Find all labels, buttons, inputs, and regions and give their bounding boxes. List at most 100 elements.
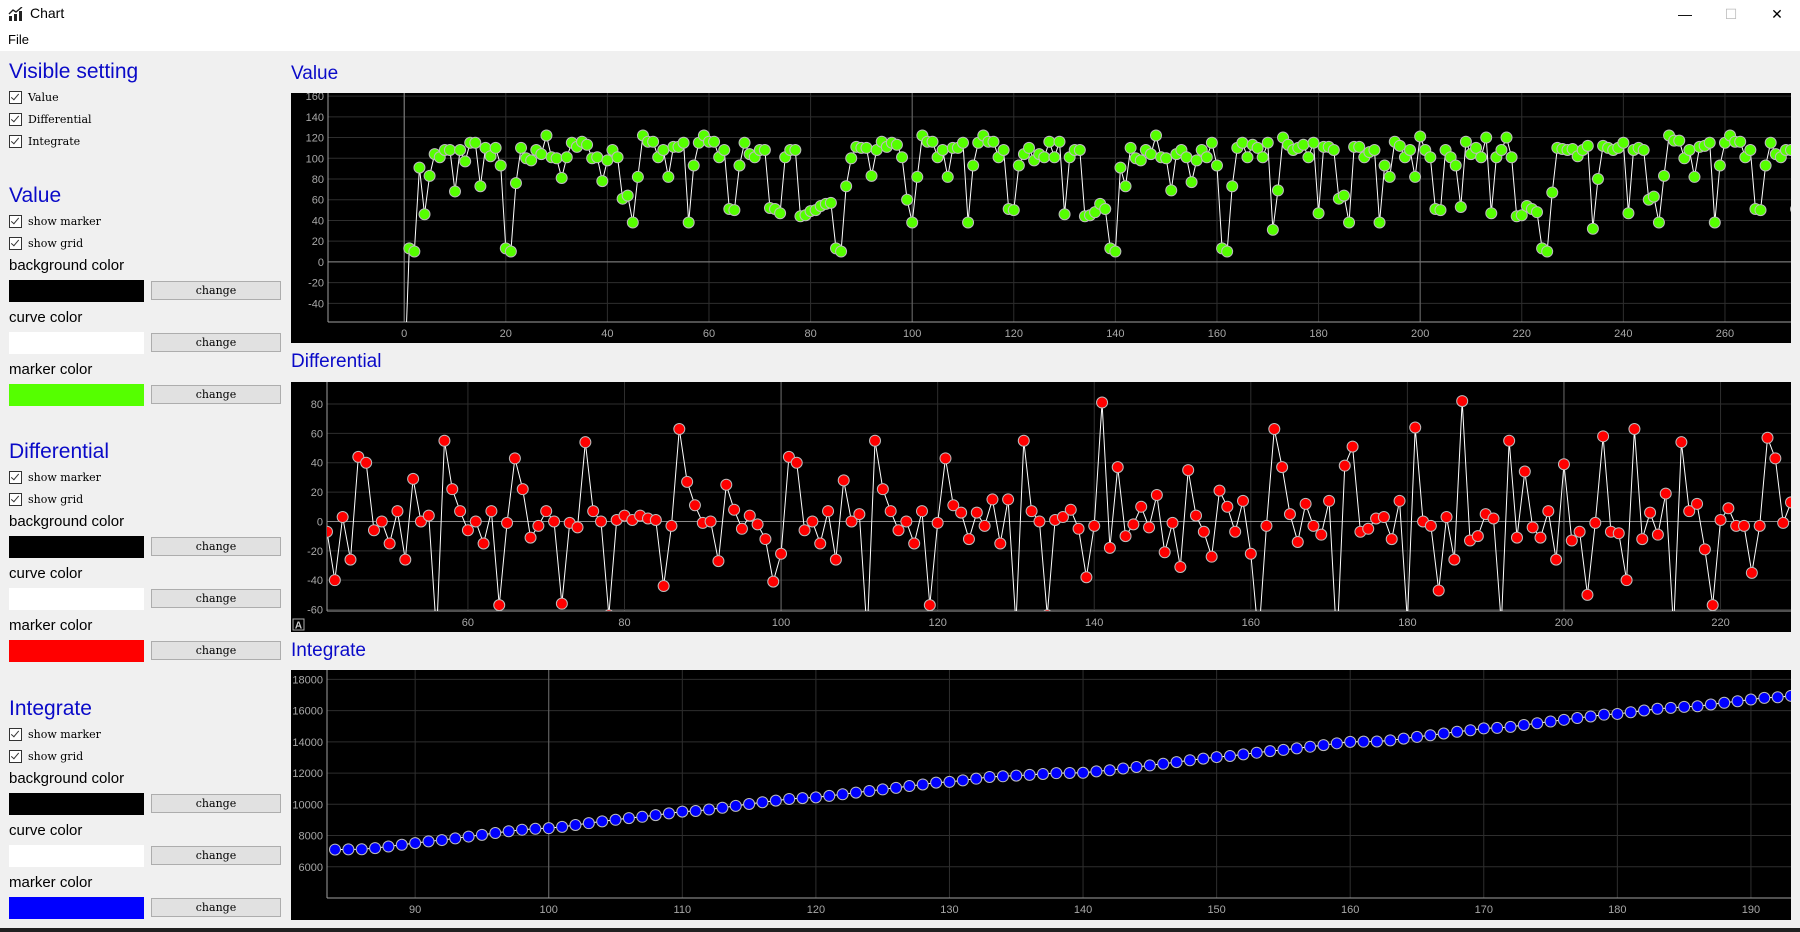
- visible-setting-heading: Visible setting: [9, 60, 139, 83]
- data-point: [1731, 695, 1744, 708]
- data-point: [1637, 143, 1650, 156]
- data-point: [789, 143, 802, 156]
- data-point: [555, 597, 568, 610]
- data-point: [681, 475, 694, 488]
- maximize-button[interactable]: ☐: [1708, 0, 1754, 28]
- y-tick-label: 120: [306, 133, 324, 145]
- x-tick-label: 120: [1005, 328, 1023, 340]
- data-point: [446, 483, 459, 496]
- data-point: [720, 478, 733, 491]
- data-point: [986, 493, 999, 506]
- data-point: [1531, 717, 1544, 730]
- data-point: [1449, 159, 1462, 172]
- series-line: [406, 134, 1791, 322]
- value-curve-color-change-button[interactable]: change: [151, 333, 281, 352]
- value-show-grid-checkbox[interactable]: show grid: [9, 235, 83, 251]
- differential-background-color-change-button[interactable]: change: [151, 537, 281, 556]
- data-point: [1229, 525, 1242, 538]
- y-tick-label: -20: [308, 278, 324, 290]
- data-point: [822, 505, 835, 518]
- data-point: [375, 515, 388, 528]
- data-point: [611, 151, 624, 164]
- data-point: [1624, 706, 1637, 719]
- x-tick-label: 160: [1242, 617, 1260, 629]
- data-point: [1581, 588, 1594, 601]
- data-point: [489, 141, 502, 154]
- data-point: [1213, 484, 1226, 497]
- data-point: [1487, 512, 1500, 525]
- differential-marker-color-swatch: [9, 640, 144, 662]
- checkbox-visible-integrate[interactable]: Integrate: [9, 133, 80, 149]
- data-point: [1713, 159, 1726, 172]
- checkbox-checked-icon: [9, 90, 22, 104]
- data-point: [930, 776, 943, 789]
- integrate-show-marker-checkbox[interactable]: show marker: [9, 726, 101, 742]
- data-point: [1771, 691, 1784, 704]
- svg-text:A: A: [295, 621, 302, 632]
- data-point: [1675, 436, 1688, 449]
- close-button[interactable]: ✕: [1754, 0, 1800, 28]
- differential-show-grid-checkbox[interactable]: show grid: [9, 491, 83, 507]
- integrate-background-color-change-button[interactable]: change: [151, 794, 281, 813]
- value-marker-color-change-button[interactable]: change: [151, 385, 281, 404]
- data-point: [1703, 136, 1716, 149]
- x-tick-label: 240: [1614, 328, 1632, 340]
- data-point: [1510, 531, 1523, 544]
- data-point: [342, 843, 355, 856]
- data-point: [477, 537, 490, 550]
- value-chart[interactable]: -40 -20 0 20 40 60 80 100 120 140 160 0 20 40 60 80 100 1…: [291, 93, 1791, 343]
- data-point: [860, 141, 873, 154]
- data-point: [1432, 584, 1445, 597]
- differential-chart[interactable]: -60 -40 -20 0 20 40 60 80 60 80 100 120 140 160 180 200…: [291, 382, 1791, 632]
- data-point: [1160, 152, 1173, 165]
- menu-bar: File: [0, 28, 1800, 51]
- data-point: [1691, 497, 1704, 510]
- data-point: [525, 154, 538, 167]
- data-point: [1477, 722, 1490, 735]
- value-curve-color-label: curve color: [9, 309, 83, 326]
- integrate-show-grid-checkbox[interactable]: show grid: [9, 748, 83, 764]
- differential-curve-color-change-button[interactable]: change: [151, 589, 281, 608]
- data-point: [1638, 704, 1651, 717]
- x-tick-label: 80: [804, 328, 816, 340]
- data-point: [978, 519, 991, 532]
- data-point: [840, 180, 853, 193]
- value-background-color-change-button[interactable]: change: [151, 281, 281, 300]
- data-point: [474, 180, 487, 193]
- differential-show-marker-checkbox[interactable]: show marker: [9, 469, 101, 485]
- data-point: [1628, 422, 1641, 435]
- bottom-border: [0, 928, 1800, 932]
- data-point: [1410, 730, 1423, 743]
- data-point: [1038, 151, 1051, 164]
- data-point: [1307, 519, 1320, 532]
- integrate-marker-color-change-button[interactable]: change: [151, 898, 281, 917]
- checkbox-visible-differential[interactable]: Differential: [9, 111, 92, 127]
- auto-scale-icon[interactable]: A: [292, 618, 305, 632]
- data-point: [1370, 735, 1383, 748]
- data-point: [1557, 713, 1570, 726]
- x-tick-label: 80: [618, 617, 630, 629]
- data-point: [1571, 712, 1584, 725]
- x-tick-label: 110: [674, 904, 692, 916]
- menu-file[interactable]: File: [8, 32, 29, 47]
- integrate-curve-color-change-button[interactable]: change: [151, 846, 281, 865]
- value-background-color-label: background color: [9, 257, 125, 274]
- data-point: [983, 770, 996, 783]
- data-point: [908, 537, 921, 550]
- checkbox-visible-value[interactable]: Value: [9, 89, 59, 105]
- maximize-icon: ☐: [1724, 5, 1738, 22]
- data-point: [829, 553, 842, 566]
- data-point: [1025, 505, 1038, 518]
- data-point: [1668, 623, 1679, 632]
- data-point: [1744, 143, 1757, 156]
- differential-marker-color-change-button[interactable]: change: [151, 641, 281, 660]
- data-point: [775, 547, 788, 560]
- data-point: [1377, 511, 1390, 524]
- data-point: [970, 772, 983, 785]
- minimize-button[interactable]: —: [1662, 0, 1708, 28]
- data-point: [382, 840, 395, 853]
- value-show-marker-checkbox[interactable]: show marker: [9, 213, 101, 229]
- integrate-chart[interactable]: 6000 8000 10000 12000 14000 16000 18000 90 100 11…: [291, 670, 1791, 920]
- checkbox-checked-icon: [9, 470, 22, 484]
- data-point: [1591, 173, 1604, 186]
